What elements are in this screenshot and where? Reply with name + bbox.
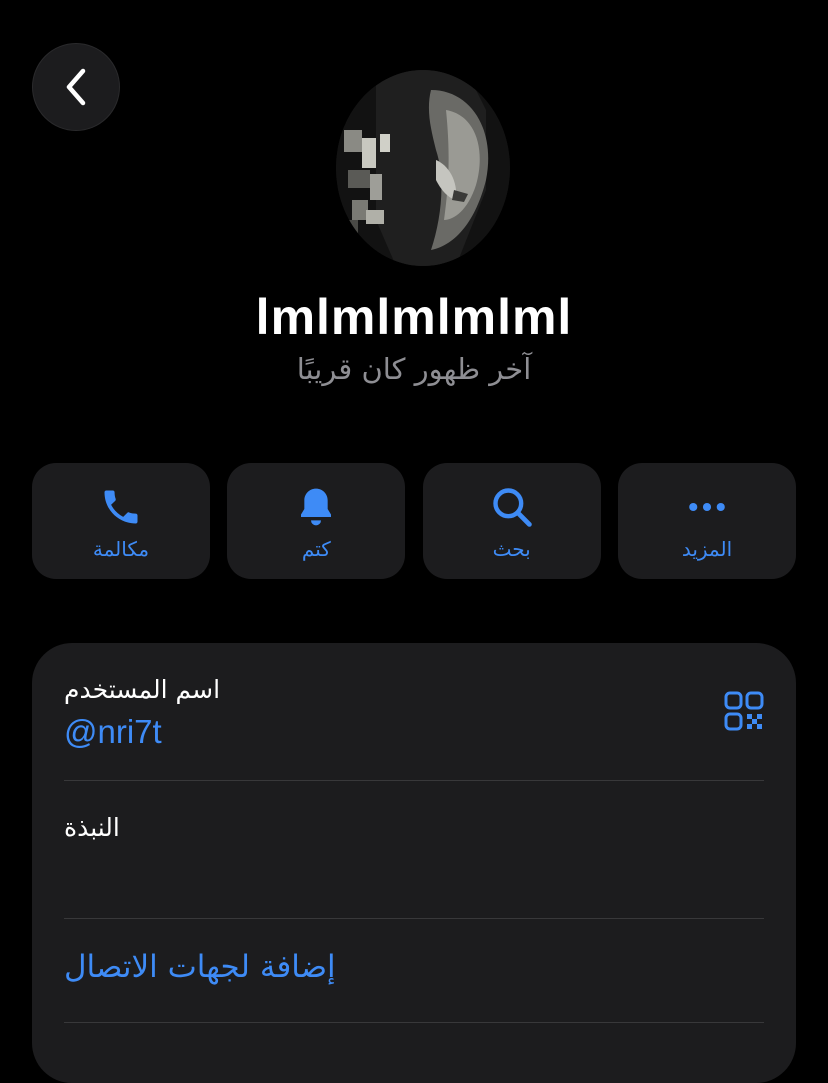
mute-label: كتم — [301, 537, 331, 561]
bell-icon — [301, 488, 332, 526]
search-button[interactable]: بحث — [422, 463, 601, 579]
phone-icon — [104, 490, 138, 524]
mute-button[interactable]: كتم — [227, 463, 406, 579]
divider — [64, 1022, 764, 1023]
back-button[interactable] — [32, 43, 120, 131]
last-seen-status: آخر ظهور كان قريبًا — [296, 352, 532, 386]
bio-label: النبذة — [64, 813, 120, 842]
username-value[interactable]: @nri7t — [64, 713, 162, 751]
more-button[interactable]: المزيد — [617, 463, 796, 579]
call-label: مكالمة — [92, 537, 150, 561]
add-to-contacts-button[interactable]: إضافة لجهات الاتصال — [64, 949, 336, 985]
profile-photo — [336, 70, 510, 266]
search-icon — [492, 488, 532, 527]
search-label: بحث — [492, 537, 531, 561]
divider — [64, 780, 764, 781]
chevron-left-icon — [66, 68, 86, 106]
avatar[interactable] — [336, 70, 510, 266]
divider — [64, 918, 764, 919]
profile-name: lmlmlmlmlml — [255, 289, 573, 345]
username-label: اسم المستخدم — [64, 675, 221, 704]
action-bar: مكالمة كتم بحث المزيد — [32, 463, 796, 579]
more-label: المزيد — [681, 537, 733, 561]
call-button[interactable]: مكالمة — [32, 463, 210, 579]
qr-code-icon[interactable] — [724, 691, 764, 731]
info-card: اسم المستخدم @nri7t النبذة إضافة لجهات ا… — [32, 643, 796, 1083]
ellipsis-icon — [689, 502, 725, 512]
